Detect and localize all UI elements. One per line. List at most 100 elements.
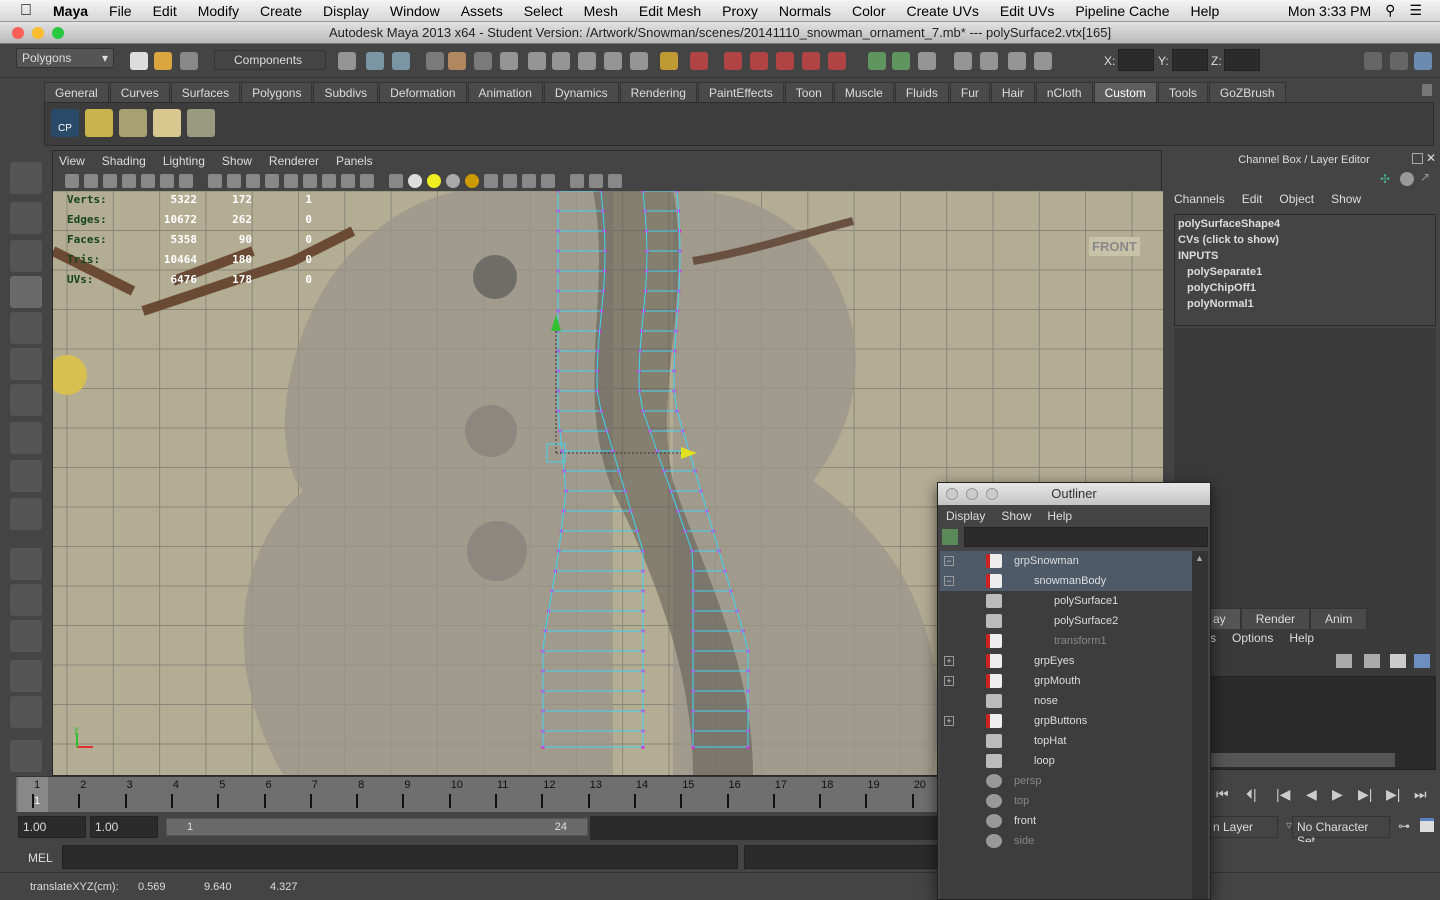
shelf-tab-fluids[interactable]: Fluids (894, 82, 949, 102)
cvs-toggle[interactable]: CVs (click to show) (1178, 234, 1432, 250)
show-manipulator-tool-icon[interactable] (10, 460, 42, 492)
move-layer-up-icon[interactable] (1336, 654, 1352, 668)
outliner-item-nose[interactable]: nose (940, 691, 1192, 711)
step-forward-key-button[interactable]: ▶| (1358, 786, 1372, 803)
collapse-icon[interactable]: − (944, 576, 954, 586)
select-tool-icon[interactable] (10, 162, 42, 194)
status-tool-11-icon[interactable] (604, 52, 622, 70)
float-panel-icon[interactable] (1412, 153, 1423, 164)
panel-toolbar-icon-9[interactable] (227, 174, 241, 188)
outliner-item-grpbuttons[interactable]: + grpButtons (940, 711, 1192, 731)
scale-tool-icon[interactable] (10, 348, 42, 380)
outliner-layout-tool-icon[interactable] (10, 696, 42, 728)
status-tool-25-icon[interactable] (1008, 52, 1026, 70)
shelf-tab-toon[interactable]: Toon (784, 82, 833, 102)
menu-select[interactable]: Select (524, 3, 563, 19)
panel-toolbar-icon-28[interactable] (608, 174, 622, 188)
panel-toolbar-icon-21[interactable] (465, 174, 479, 188)
shelf-tab-animation[interactable]: Animation (467, 82, 543, 102)
outliner-item-polysurface1[interactable]: polySurface1 (940, 591, 1192, 611)
clock[interactable]: Mon 3:33 PM (1288, 3, 1371, 19)
shelf-tab-deformation[interactable]: Deformation (379, 82, 467, 102)
shelf-tab-hair[interactable]: Hair (990, 82, 1035, 102)
step-forward-frame-button[interactable]: ▶| (1386, 786, 1400, 803)
panel-toolbar-icon-10[interactable] (246, 174, 260, 188)
menu-file[interactable]: File (109, 3, 132, 19)
layer-scrollbar[interactable] (1209, 753, 1395, 767)
panel-toolbar-icon-4[interactable] (122, 174, 136, 188)
persp-graph-layout-tool-icon[interactable] (10, 660, 42, 692)
status-tool-20-icon[interactable] (868, 52, 886, 70)
input-node[interactable]: polyNormal1 (1178, 298, 1432, 314)
outliner-item-grpsnowman[interactable]: − grpSnowman (940, 551, 1192, 571)
status-tool-22-icon[interactable] (918, 52, 936, 70)
status-tool-17-icon[interactable] (776, 52, 794, 70)
cp-shelf-button[interactable]: CP (51, 109, 79, 137)
panel-menu-lighting[interactable]: Lighting (163, 154, 205, 168)
shape-node[interactable]: polySurfaceShape4 (1178, 218, 1432, 234)
shelf-tab-tools[interactable]: Tools (1157, 82, 1208, 102)
show-tool-settings-icon[interactable] (1390, 52, 1408, 70)
status-tool-19-icon[interactable] (828, 52, 846, 70)
layer-tab-render[interactable]: Render (1240, 608, 1311, 629)
panel-menu-panels[interactable]: Panels (336, 154, 373, 168)
single-perspective-layout-tool-icon[interactable] (10, 548, 42, 580)
input-node[interactable]: polyChipOff1 (1178, 282, 1432, 298)
character-set-dropdown[interactable]: No Character Set (1292, 816, 1390, 848)
start-time-field[interactable]: 1.00 (18, 816, 86, 838)
menu-window[interactable]: Window (390, 3, 440, 19)
panel-toolbar-icon-26[interactable] (570, 174, 584, 188)
outliner-item-snowmanbody[interactable]: − snowmanBody (940, 571, 1192, 591)
mel-label[interactable]: MEL (28, 851, 53, 865)
new-scene-icon[interactable] (130, 52, 148, 70)
time-slider[interactable]: 1 1 2 3 4 5 6 7 8 9 10 11 12 13 14 15 16 17 18 19 20 (16, 776, 940, 813)
close-window-button[interactable] (12, 27, 24, 39)
shelf-tool-2-icon[interactable] (119, 109, 147, 137)
save-scene-icon[interactable] (180, 52, 198, 70)
status-tool-4-icon[interactable] (426, 52, 444, 70)
menu-pipeline-cache[interactable]: Pipeline Cache (1075, 3, 1169, 19)
panel-toolbar-icon-20[interactable] (446, 174, 460, 188)
persp-outliner-layout-tool-icon[interactable] (10, 620, 42, 652)
minimize-window-button[interactable] (32, 27, 44, 39)
go-to-start-button[interactable]: ⏮ (1216, 786, 1229, 803)
menu-edit[interactable]: Edit (153, 3, 177, 19)
app-menu[interactable]: Maya (53, 3, 88, 19)
speed-icon[interactable] (1400, 172, 1414, 186)
layer-menu-options[interactable]: Options (1232, 631, 1273, 645)
expand-icon[interactable]: + (944, 716, 954, 726)
panel-toolbar-icon-5[interactable] (141, 174, 155, 188)
status-tool-23-icon[interactable] (954, 52, 972, 70)
status-tool-2-icon[interactable] (366, 52, 384, 70)
status-tool-3-icon[interactable] (392, 52, 410, 70)
menu-normals[interactable]: Normals (779, 3, 831, 19)
menu-assets[interactable]: Assets (461, 3, 503, 19)
panel-toolbar-icon-16[interactable] (360, 174, 374, 188)
zoom-window-button[interactable] (52, 27, 64, 39)
panel-menu-renderer[interactable]: Renderer (269, 154, 319, 168)
panel-toolbar-icon-27[interactable] (589, 174, 603, 188)
status-tool-12-icon[interactable] (630, 52, 648, 70)
four-view-layout-tool-icon[interactable] (10, 584, 42, 616)
anim-layer-dropdown[interactable]: n Layer (1208, 816, 1278, 838)
status-tool-18-icon[interactable] (802, 52, 820, 70)
status-tool-6-icon[interactable] (474, 52, 492, 70)
expand-icon[interactable]: + (944, 656, 954, 666)
shelf-trash-icon[interactable] (1422, 84, 1432, 96)
expand-icon[interactable]: + (944, 676, 954, 686)
panel-toolbar-icon-11[interactable] (265, 174, 279, 188)
menu-color[interactable]: Color (852, 3, 885, 19)
menu-help[interactable]: Help (1191, 3, 1220, 19)
panel-toolbar-icon-12[interactable] (284, 174, 298, 188)
menu-display[interactable]: Display (323, 3, 369, 19)
universal-manipulator-tool-icon[interactable] (10, 384, 42, 416)
menu-modify[interactable]: Modify (198, 3, 239, 19)
status-tool-21-icon[interactable] (892, 52, 910, 70)
panel-toolbar-icon-3[interactable] (103, 174, 117, 188)
shelf-tab-subdivs[interactable]: Subdivs (313, 82, 379, 102)
outliner-item-grpeyes[interactable]: + grpEyes (940, 651, 1192, 671)
step-back-frame-button[interactable]: ⏴| (1246, 786, 1257, 803)
shelf-tab-gozbrush[interactable]: GoZBrush (1208, 82, 1286, 102)
status-tool-8-icon[interactable] (528, 52, 546, 70)
close-panel-icon[interactable]: ✕ (1426, 151, 1436, 165)
